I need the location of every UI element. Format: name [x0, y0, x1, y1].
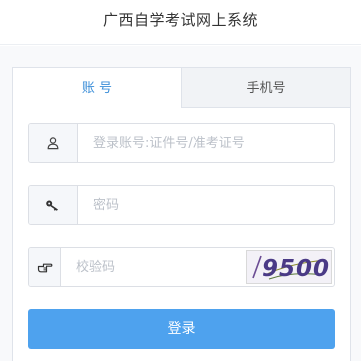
account-input[interactable]: [78, 124, 334, 162]
captcha-text: 9500: [262, 256, 330, 282]
login-tabs: 账 号 手机号: [13, 68, 350, 108]
password-field: [28, 185, 335, 225]
login-card: 账 号 手机号 登录账号:证件号/准考证号 校验码 9500 登录: [12, 67, 351, 361]
password-input[interactable]: [78, 186, 334, 224]
user-icon: [29, 124, 78, 162]
tab-account[interactable]: 账 号: [13, 68, 181, 108]
captcha-input[interactable]: [61, 248, 246, 286]
captcha-image[interactable]: 9500: [246, 250, 332, 284]
captcha-field: 9500: [28, 247, 335, 287]
header-bar: 广西自学考试网上系统: [0, 0, 361, 45]
page-title: 广西自学考试网上系统: [102, 11, 258, 29]
login-button[interactable]: 登录: [28, 309, 335, 349]
key-icon: [29, 186, 78, 224]
tab-phone[interactable]: 手机号: [181, 68, 350, 108]
pointing-hand-icon: [29, 248, 61, 286]
account-field: [28, 123, 335, 163]
